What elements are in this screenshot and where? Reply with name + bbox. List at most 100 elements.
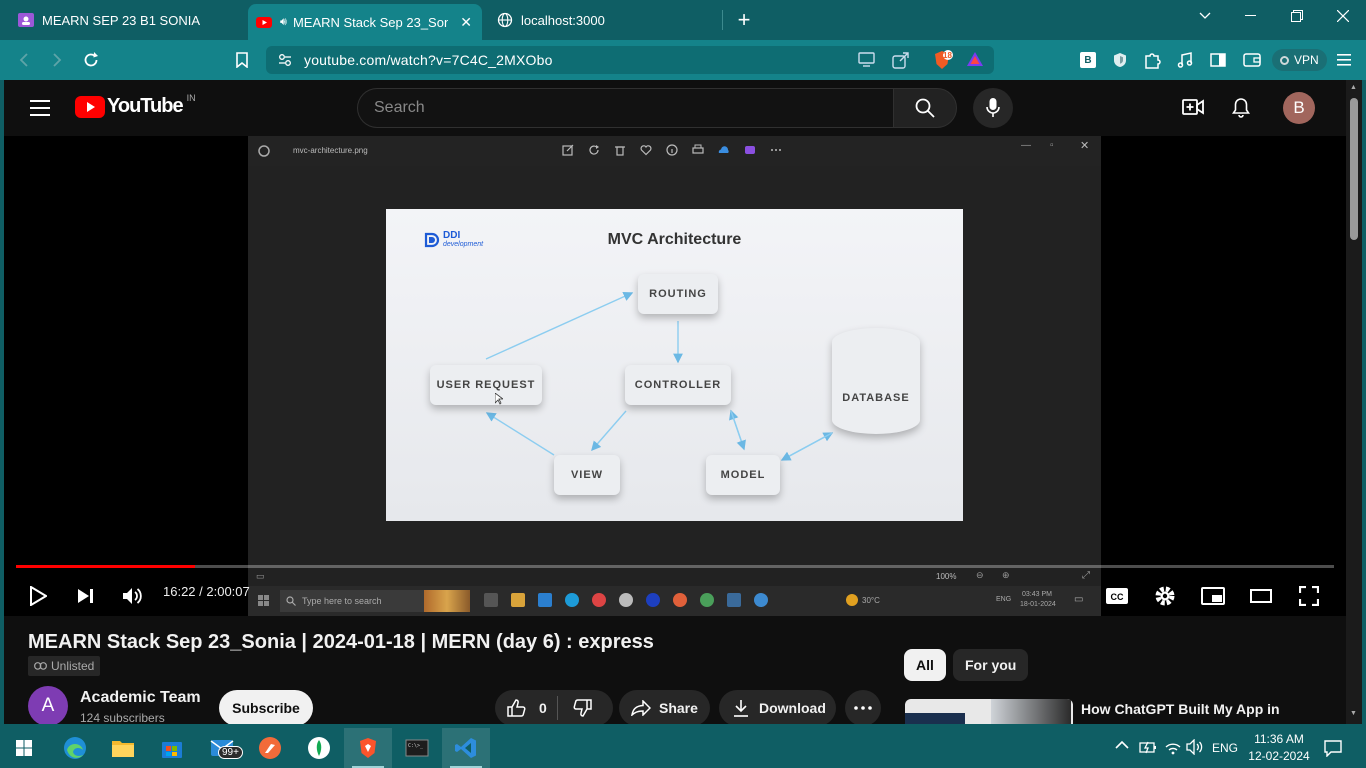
site-settings-icon[interactable]	[278, 53, 292, 67]
taskbar-postman[interactable]	[246, 728, 294, 768]
video-player[interactable]: mvc-architecture.png — ▫ ✕ DDI developme…	[4, 136, 1346, 616]
like-button[interactable]: 0	[495, 699, 557, 717]
recommendation-thumbnail[interactable]	[905, 699, 1073, 724]
subscribe-button[interactable]: Subscribe	[219, 690, 313, 724]
show-hidden-icons-icon[interactable]	[1115, 740, 1129, 750]
link-icon	[34, 662, 47, 670]
tab-localhost[interactable]: localhost:3000	[497, 0, 697, 40]
system-clock[interactable]: 11:36 AM 12-02-2024	[1246, 731, 1312, 765]
download-button[interactable]: Download	[719, 690, 836, 724]
notifications-button[interactable]	[1232, 97, 1250, 119]
search-input[interactable]: Search	[357, 88, 894, 128]
recorded-notification-icon: ▭	[1074, 594, 1084, 605]
brave-shields-icon[interactable]: 18	[932, 50, 954, 70]
taskbar-brave[interactable]	[344, 728, 392, 768]
recommendation-title[interactable]: How ChatGPT Built My App in	[1081, 699, 1291, 721]
scroll-down-icon[interactable]: ▼	[1350, 710, 1357, 717]
search-button[interactable]	[893, 88, 957, 128]
taskbar-mongodb[interactable]	[295, 728, 343, 768]
new-tab-button[interactable]: +	[732, 7, 756, 32]
tab-search-chevron-icon[interactable]	[1182, 0, 1228, 32]
time-display: 16:22 / 2:00:07	[163, 584, 250, 599]
share-page-icon[interactable]	[892, 51, 910, 69]
bookmark-icon[interactable]	[230, 48, 254, 72]
channel-avatar[interactable]: A	[28, 686, 68, 724]
address-bar[interactable]: youtube.com/watch?v=7C4C_2MXObo 18	[266, 46, 994, 74]
taskbar-store[interactable]	[148, 728, 196, 768]
progress-bar[interactable]	[16, 565, 1334, 568]
back-button[interactable]	[12, 48, 36, 72]
browser-toolbar: youtube.com/watch?v=7C4C_2MXObo 18 B VPN	[0, 40, 1366, 80]
input-language[interactable]: ENG	[1212, 741, 1238, 755]
create-button[interactable]	[1182, 98, 1204, 116]
sidebar-toggle-icon[interactable]	[1206, 48, 1230, 72]
share-button[interactable]: Share	[619, 690, 710, 724]
next-button[interactable]	[70, 580, 102, 612]
miniplayer-button[interactable]	[1197, 580, 1229, 612]
brave-rewards-icon[interactable]	[966, 51, 984, 67]
wallet-icon[interactable]	[1240, 48, 1264, 72]
create-video-icon	[1182, 99, 1204, 115]
taskbar-mail[interactable]: 99+	[198, 728, 246, 768]
region-code: IN	[186, 92, 196, 103]
tab-mearn-sep-23[interactable]: MEARN SEP 23 B1 SONIA	[18, 0, 244, 40]
chip-for-you[interactable]: For you	[953, 649, 1029, 681]
extension-b-icon[interactable]: B	[1076, 48, 1100, 72]
viewer-statusbar: ▭ 100% ⊖ ⊕ ⤢	[256, 570, 1101, 586]
close-tab-icon[interactable]: ✕	[460, 14, 472, 31]
notification-center-icon[interactable]	[1324, 739, 1342, 757]
skip-next-icon	[78, 589, 93, 603]
subtitles-button[interactable]: CC	[1101, 580, 1133, 612]
mute-button[interactable]	[117, 580, 149, 612]
extensions-puzzle-icon[interactable]	[1140, 48, 1164, 72]
theater-mode-button[interactable]	[1245, 580, 1277, 612]
viewer-app-icon	[258, 145, 270, 157]
volume-tray-icon[interactable]	[1186, 739, 1204, 755]
close-window-button[interactable]	[1320, 0, 1366, 32]
account-avatar[interactable]: B	[1283, 92, 1315, 124]
terminal-icon: C:\>_	[405, 739, 429, 757]
reload-button[interactable]	[79, 48, 103, 72]
recorded-chrome-icon	[592, 593, 606, 607]
tab-youtube-video[interactable]: 🔊︎ MEARN Stack Sep 23_Sonia | 2024 ✕	[248, 4, 482, 40]
restore-button[interactable]	[1274, 0, 1320, 32]
menu-icon[interactable]	[1332, 48, 1356, 72]
tab-title: MEARN SEP 23 B1 SONIA	[42, 12, 200, 28]
voice-search-button[interactable]	[973, 88, 1013, 128]
dislike-button[interactable]	[558, 699, 592, 717]
youtube-logo[interactable]: YouTube IN	[75, 92, 196, 118]
taskbar-edge[interactable]	[51, 728, 99, 768]
recorded-explorer-icon	[511, 593, 525, 607]
forward-button[interactable]	[45, 48, 69, 72]
wifi-icon[interactable]	[1164, 739, 1182, 755]
shield-extension-icon[interactable]	[1108, 48, 1132, 72]
edge-icon	[64, 737, 86, 759]
scroll-up-icon[interactable]: ▲	[1350, 84, 1357, 91]
vpn-button[interactable]: VPN	[1272, 49, 1327, 71]
guide-menu-icon[interactable]	[30, 100, 50, 116]
minimize-button[interactable]	[1228, 0, 1274, 32]
chip-all[interactable]: All	[904, 649, 946, 681]
battery-icon[interactable]	[1139, 740, 1157, 754]
settings-button[interactable]	[1149, 580, 1181, 612]
media-music-icon[interactable]	[1173, 48, 1197, 72]
more-actions-button[interactable]	[845, 690, 881, 724]
speaker-icon[interactable]: 🔊︎	[280, 16, 287, 29]
cast-icon[interactable]	[858, 52, 876, 68]
play-button[interactable]	[22, 580, 54, 612]
recorded-weather-icon	[846, 594, 858, 606]
taskbar-vscode[interactable]	[442, 728, 490, 768]
rotate-icon	[589, 145, 599, 155]
view-node: VIEW	[554, 455, 620, 495]
taskbar-terminal[interactable]: C:\>_	[393, 728, 441, 768]
start-button[interactable]	[0, 728, 48, 768]
channel-name[interactable]: Academic Team	[80, 689, 201, 707]
scrollbar-thumb[interactable]	[1350, 98, 1358, 240]
fullscreen-button[interactable]	[1293, 580, 1325, 612]
edit-icon	[562, 144, 574, 156]
page-scrollbar[interactable]: ▲ ▼	[1346, 80, 1362, 724]
subscriber-count: 124 subscribers	[80, 711, 165, 724]
viewer-maximize-icon: ▫	[1050, 140, 1054, 151]
recorded-date: 18-01-2024	[1020, 601, 1056, 608]
taskbar-file-explorer[interactable]	[99, 728, 147, 768]
